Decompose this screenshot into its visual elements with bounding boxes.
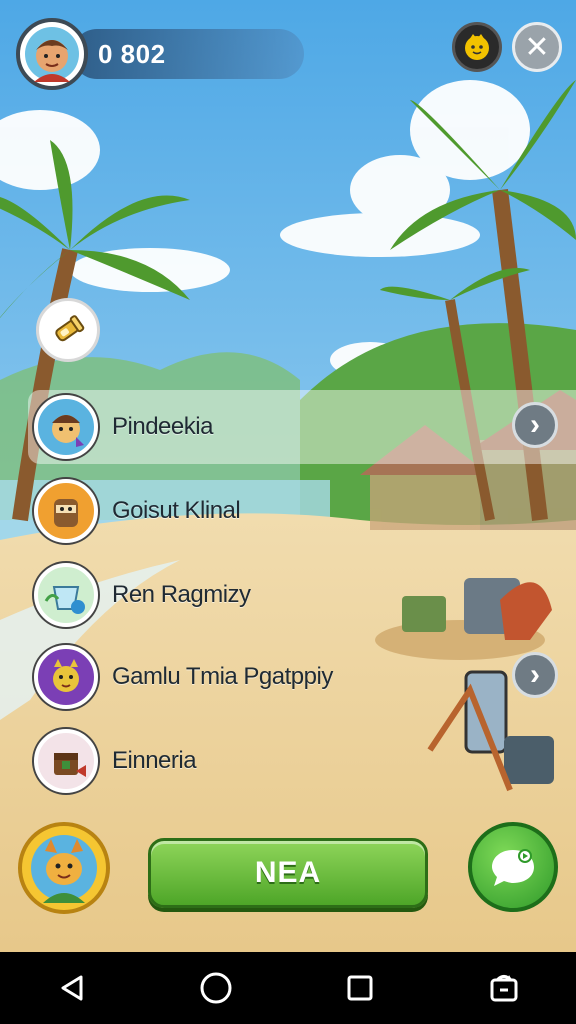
list-item-avatar bbox=[34, 729, 98, 793]
chevron-right-icon: › bbox=[530, 408, 540, 441]
close-button[interactable]: ✕ bbox=[512, 22, 562, 72]
system-navigation-bar bbox=[0, 952, 576, 1024]
next-arrow-button[interactable]: › bbox=[512, 652, 558, 698]
chat-button[interactable] bbox=[468, 822, 558, 912]
list-item[interactable]: Goisut Klinal bbox=[34, 476, 241, 546]
score-value: 0 802 bbox=[98, 38, 166, 69]
home-circle-icon bbox=[200, 972, 232, 1004]
list-item-avatar bbox=[34, 479, 98, 543]
list-item-label: Pindeekia bbox=[112, 413, 213, 440]
score-display: 0 802 bbox=[72, 29, 304, 79]
currency-button[interactable] bbox=[452, 22, 502, 72]
list-item[interactable]: Pindeekia bbox=[34, 392, 213, 462]
next-arrow-button[interactable]: › bbox=[512, 402, 558, 448]
cup-character-icon bbox=[44, 586, 85, 614]
list-item-label: Gamlu Tmia Pgatppiy bbox=[112, 663, 333, 690]
list-item[interactable]: Ren Ragmizy bbox=[34, 560, 251, 630]
chest-character-icon bbox=[54, 753, 86, 777]
fox-character-icon bbox=[31, 835, 97, 903]
flashlight-icon bbox=[55, 315, 85, 342]
hud-actions: ✕ bbox=[452, 22, 562, 72]
list-item[interactable]: Gamlu Tmia Pgatppiy bbox=[34, 642, 333, 712]
close-icon: ✕ bbox=[524, 30, 550, 64]
player-avatar-icon bbox=[25, 27, 79, 82]
list-item-avatar bbox=[34, 645, 98, 709]
flashlight-button[interactable] bbox=[36, 298, 100, 362]
nav-back-button[interactable] bbox=[48, 964, 96, 1012]
character-button[interactable] bbox=[18, 822, 110, 914]
nav-recents-button[interactable] bbox=[336, 964, 384, 1012]
drum-character-icon bbox=[54, 499, 78, 527]
nav-rotate-button[interactable] bbox=[480, 964, 528, 1012]
back-triangle-icon bbox=[61, 975, 83, 1001]
recents-square-icon bbox=[347, 975, 373, 1001]
score-hud: 0 802 bbox=[16, 18, 304, 90]
primary-action-button[interactable]: NEA bbox=[148, 838, 428, 908]
chevron-right-icon: › bbox=[530, 658, 540, 691]
player-avatar[interactable] bbox=[16, 18, 88, 90]
list-item[interactable]: Einneria bbox=[34, 726, 197, 796]
nav-home-button[interactable] bbox=[192, 964, 240, 1012]
list-item-label: Einneria bbox=[112, 747, 197, 774]
rotate-screen-icon bbox=[490, 975, 518, 1002]
list-item-label: Goisut Klinal bbox=[112, 497, 241, 524]
list-item-label: Ren Ragmizy bbox=[112, 581, 251, 608]
list-item-avatar bbox=[34, 395, 98, 459]
list-item-avatar bbox=[34, 563, 98, 627]
primary-action-label: NEA bbox=[254, 856, 322, 889]
gold-character-icon bbox=[465, 34, 489, 60]
chat-bubble-icon bbox=[492, 849, 534, 886]
cat-character-icon bbox=[53, 659, 79, 692]
character-portrait-icon bbox=[52, 415, 84, 447]
